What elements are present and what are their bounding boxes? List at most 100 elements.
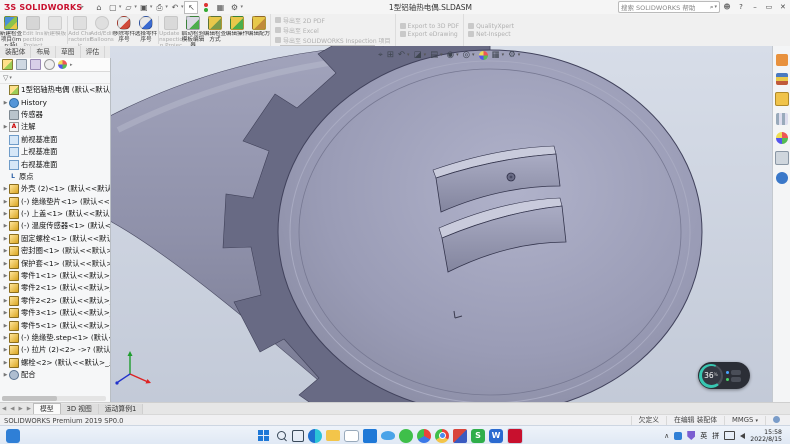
- ime-pinyin-indicator[interactable]: 拼: [712, 431, 719, 441]
- expand-arrow[interactable]: ▶: [2, 360, 9, 366]
- zoom-widget-button-top[interactable]: [726, 370, 741, 375]
- undo-caret-icon[interactable]: ▾: [181, 4, 184, 10]
- undo-icon[interactable]: ↶: [169, 2, 181, 13]
- tree-item-front-plane[interactable]: 前视基准面: [0, 134, 110, 146]
- ribbon-button-edit-operation[interactable]: 编辑操作: [226, 14, 248, 46]
- restore-button[interactable]: ▭: [762, 2, 776, 13]
- home-icon[interactable]: ⌂: [93, 2, 105, 13]
- units-caret-icon[interactable]: ▾: [755, 418, 758, 424]
- app-red-blue-icon[interactable]: [453, 429, 467, 443]
- expand-arrow[interactable]: ▶: [2, 223, 9, 229]
- display-style-icon[interactable]: ◉: [447, 50, 454, 60]
- view-orientation-caret-icon[interactable]: ▾: [440, 52, 443, 58]
- design-library-icon[interactable]: [776, 73, 788, 85]
- tree-item-component[interactable]: ▶螺栓<2> (默认<<默认>_显示状态: [0, 357, 110, 369]
- section-view-caret-icon[interactable]: ▾: [424, 52, 427, 58]
- expand-arrow[interactable]: ▶: [2, 248, 9, 254]
- export-excel-item[interactable]: 导出至 Excel: [275, 26, 391, 35]
- tree-item-history[interactable]: ▶History: [0, 96, 110, 108]
- tree-item-component[interactable]: ▶零件2<2> (默认<<默认>_显示状态: [0, 295, 110, 307]
- ribbon-button-edit-inspection-project[interactable]: Edit Inspection Project: [22, 14, 44, 46]
- file-explorer-icon[interactable]: [326, 430, 340, 441]
- forum-icon[interactable]: [776, 172, 788, 184]
- horizontal-scrollbar[interactable]: [2, 396, 106, 401]
- zoom-widget-button-bottom[interactable]: [726, 377, 741, 382]
- task-view-button[interactable]: [292, 430, 304, 442]
- section-view-icon[interactable]: ◪: [414, 50, 422, 60]
- onedrive-cloud-icon[interactable]: [381, 431, 395, 440]
- file-explorer-icon[interactable]: [775, 92, 789, 106]
- tree-item-top-plane[interactable]: 上视基准面: [0, 146, 110, 158]
- export-2d-pdf-item[interactable]: 导出至 2D PDF: [275, 16, 391, 25]
- tree-item-component[interactable]: ▶(-) 绝缘垫.step<1> (默认<<默认: [0, 332, 110, 344]
- view-settings-caret-icon[interactable]: ▾: [518, 52, 521, 58]
- apply-scene-icon[interactable]: ▦: [492, 50, 500, 60]
- app-360-icon[interactable]: [399, 429, 413, 443]
- export-inspection-project-item[interactable]: 导出至 SOLIDWORKS Inspection 项目: [275, 36, 391, 45]
- tray-app-icon[interactable]: [674, 432, 682, 440]
- expand-arrow[interactable]: ▶: [2, 323, 9, 329]
- tab-layout[interactable]: 布局: [31, 46, 56, 58]
- close-button[interactable]: ✕: [776, 2, 790, 13]
- minimize-button[interactable]: –: [748, 2, 762, 13]
- dimxpertmanager-tab-icon[interactable]: [44, 59, 55, 70]
- tab-evaluate[interactable]: 评估: [81, 46, 106, 58]
- appearances-icon[interactable]: [776, 132, 788, 144]
- expand-arrow[interactable]: ▶: [2, 100, 9, 106]
- print-caret-icon[interactable]: ▾: [165, 4, 168, 10]
- taskbar-search-button[interactable]: [274, 429, 288, 443]
- tree-item-component[interactable]: ▶外壳 (2)<1> (默认<<默认>_显示状: [0, 183, 110, 195]
- tree-item-component[interactable]: ▶固定螺栓<1> (默认<<默认>_显示: [0, 233, 110, 245]
- units-selector[interactable]: MMGS ▾: [724, 416, 765, 425]
- tab-sketch[interactable]: 草图: [56, 46, 81, 58]
- filter-caret-icon[interactable]: ▾: [9, 75, 12, 81]
- graphics-viewport[interactable]: ⌖ ⊞ ↶▾ ◪▾ ▤▾ ◉▾ ◎▾ ▦▾ ⚙▾ 36%: [110, 46, 772, 402]
- expand-arrow[interactable]: ▶: [2, 261, 9, 267]
- ribbon-button-new-inspection-project[interactable]: 新建检查项目(imp:特): [0, 14, 22, 46]
- save-icon[interactable]: ▣: [138, 2, 150, 13]
- tab-overflow-arrow-icon[interactable]: ▸: [70, 62, 73, 68]
- export-edrawing-item[interactable]: Export eDrawing: [400, 31, 460, 38]
- ribbon-button-update-inspection-project[interactable]: Update Inspection Project: [160, 14, 182, 46]
- zoom-widget[interactable]: 36%: [698, 362, 750, 389]
- tree-item-assembly-root[interactable]: 1型铝轴热电偶 (默认<默认_显示状态-1>): [0, 84, 110, 96]
- new-caret-icon[interactable]: ▾: [119, 4, 122, 10]
- expand-arrow[interactable]: ▶: [2, 335, 9, 341]
- view-palette-icon[interactable]: [776, 113, 788, 125]
- hide-show-items-icon[interactable]: ◎: [463, 50, 470, 60]
- tree-item-sensors[interactable]: 传感器: [0, 109, 110, 121]
- sogou-icon[interactable]: S: [471, 429, 485, 443]
- model-3d[interactable]: [110, 46, 772, 402]
- help-button[interactable]: ?: [734, 2, 748, 13]
- resources-home-icon[interactable]: [776, 54, 788, 66]
- search-caret-icon[interactable]: ▾: [714, 4, 717, 10]
- configurationmanager-tab-icon[interactable]: [30, 59, 41, 70]
- open-icon[interactable]: ▱: [122, 2, 134, 13]
- tree-item-component[interactable]: ▶零件2<1> (默认<<默认>_显示状态: [0, 282, 110, 294]
- tray-shield-icon[interactable]: [687, 431, 695, 440]
- expand-arrow[interactable]: ▶: [2, 298, 9, 304]
- mail-icon[interactable]: [344, 430, 359, 442]
- app-browser-circle-icon[interactable]: [417, 429, 431, 443]
- featuremanager-tab-icon[interactable]: [2, 59, 13, 70]
- expand-arrow[interactable]: ▶: [2, 199, 9, 205]
- tree-item-component[interactable]: ▶(-) 绝缘垫片<1> (默认<<默认>_显示状: [0, 196, 110, 208]
- store-icon[interactable]: [363, 429, 377, 443]
- tray-chevron-up-icon[interactable]: ∧: [664, 432, 669, 440]
- scrollbar-thumb[interactable]: [2, 396, 57, 401]
- zoom-area-icon[interactable]: ⊞: [387, 50, 394, 60]
- tree-item-component[interactable]: ▶密封圈<1> (默认<<默认>_显示状: [0, 245, 110, 257]
- tree-item-origin[interactable]: L原点: [0, 171, 110, 183]
- qualityxpert-item[interactable]: QualityXpert: [468, 23, 514, 30]
- expand-arrow[interactable]: ▶: [2, 285, 9, 291]
- display-style-caret-icon[interactable]: ▾: [456, 52, 459, 58]
- taskbar-clock[interactable]: 15:58 2022/8/15: [750, 429, 782, 443]
- options-caret-icon[interactable]: ▾: [240, 4, 243, 10]
- propertymanager-tab-icon[interactable]: [16, 59, 27, 70]
- display-settings-icon[interactable]: ▦: [214, 2, 226, 13]
- search-input[interactable]: 搜索 SOLIDWORKS 帮助 ⌕ ▾: [618, 1, 720, 13]
- search-icon[interactable]: ⌕: [710, 3, 714, 12]
- print-icon[interactable]: ⎙: [153, 2, 165, 13]
- apply-scene-caret-icon[interactable]: ▾: [502, 52, 505, 58]
- wps-icon[interactable]: W: [489, 429, 503, 443]
